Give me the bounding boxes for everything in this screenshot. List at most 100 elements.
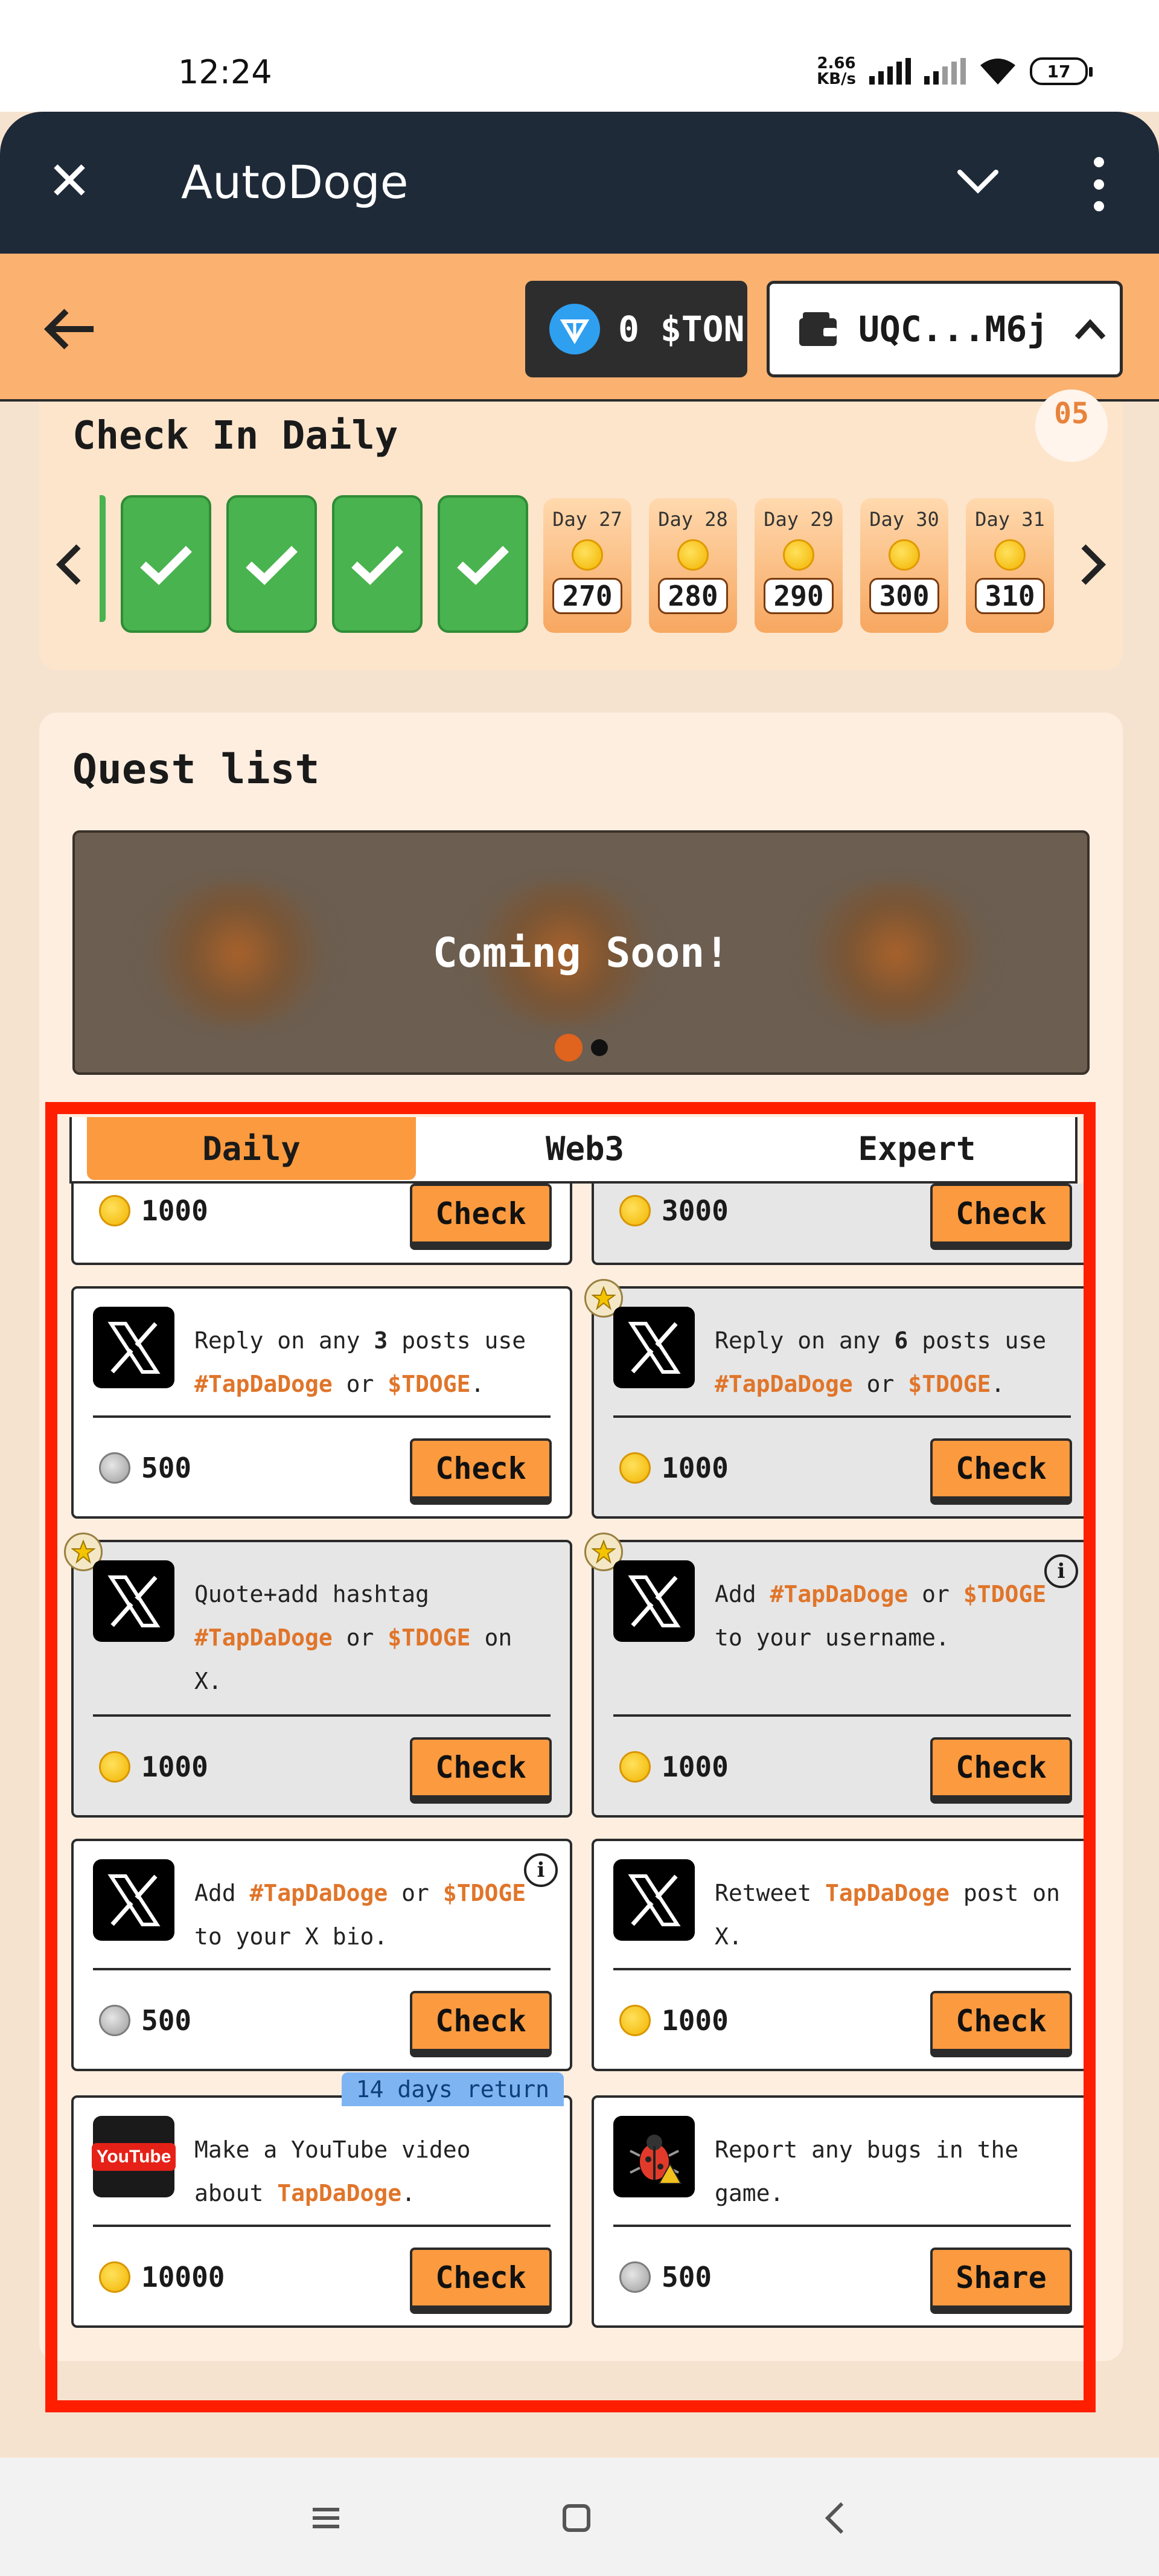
- day-claimed-partial: [100, 495, 106, 622]
- wifi-icon: [980, 59, 1015, 85]
- coin-icon: [889, 539, 920, 571]
- wallet-icon: [799, 312, 837, 346]
- check-button[interactable]: Check: [930, 1737, 1072, 1804]
- signal-icon: [869, 58, 911, 85]
- day-28[interactable]: Day 28 280: [649, 498, 737, 633]
- gold-coin-icon: [619, 2005, 651, 2036]
- back-icon[interactable]: [812, 2494, 860, 2542]
- quest-reward: 3000: [619, 1194, 729, 1227]
- check-button[interactable]: Check: [930, 1438, 1072, 1505]
- check-button[interactable]: Check: [410, 1438, 552, 1505]
- check-button[interactable]: Check: [410, 1991, 552, 2057]
- quest-description: Reply on any 3 posts use #TapDaDoge or $…: [194, 1327, 526, 1397]
- x-logo-icon: [93, 1307, 174, 1388]
- check-button[interactable]: Check: [930, 1991, 1072, 2057]
- day-29[interactable]: Day 29 290: [755, 498, 843, 633]
- check-in-card: Check In Daily 05 Day 27 270 Day 28 280 Da…: [39, 389, 1123, 670]
- quest-card: 14 days return YouTube Make a YouTube vi…: [71, 2072, 572, 2328]
- silver-coin-icon: [99, 2005, 130, 2036]
- gold-coin-icon: [619, 1452, 651, 1484]
- gold-coin-icon: [99, 1751, 130, 1783]
- check-button[interactable]: Check: [410, 2248, 552, 2314]
- app-header: 0 $TON UQC...M6j: [0, 254, 1159, 402]
- quest-description: Add #TapDaDoge or $TDOGE to your X bio.: [194, 1880, 526, 1950]
- quest-reward: 500: [99, 2004, 191, 2037]
- quest-description: Add #TapDaDoge or $TDOGE to your usernam…: [715, 1581, 1047, 1651]
- home-icon[interactable]: [552, 2494, 601, 2542]
- check-icon: [140, 546, 192, 585]
- quest-card: Reply on any 3 posts use #TapDaDoge or $…: [71, 1286, 572, 1519]
- recent-apps-icon[interactable]: [302, 2494, 350, 2542]
- quest-card: i Add #TapDaDoge or $TDOGE to your usern…: [584, 1533, 1093, 1818]
- coin-icon: [572, 539, 603, 571]
- network-speed: 2.66 KB/s: [817, 54, 856, 88]
- coin-icon: [783, 539, 814, 571]
- tab-daily[interactable]: Daily: [87, 1117, 416, 1180]
- gold-coin-icon: [619, 1751, 651, 1783]
- check-icon: [351, 546, 403, 585]
- quest-card: Quote+add hashtag #TapDaDoge or $TDOGE o…: [64, 1533, 572, 1818]
- chevron-left-icon[interactable]: [51, 540, 88, 589]
- banner-text: Coming Soon!: [432, 929, 730, 977]
- quest-reward: 1000: [619, 2004, 729, 2037]
- quest-description: Reply on any 6 posts use #TapDaDoge or $…: [715, 1327, 1047, 1397]
- check-icon: [246, 546, 298, 585]
- carousel-dot-active[interactable]: [554, 1034, 583, 1062]
- signal-icon-2: [924, 58, 966, 85]
- share-button[interactable]: Share: [930, 2248, 1072, 2314]
- quest-list-title: Quest list: [72, 746, 320, 793]
- quest-card: i Add #TapDaDoge or $TDOGE to your X bio…: [71, 1839, 572, 2071]
- quest-reward: 1000: [619, 1452, 729, 1484]
- carousel-dot[interactable]: [590, 1039, 608, 1056]
- gold-coin-icon: [619, 1195, 651, 1226]
- window-titlebar: ✕ AutoDoge: [0, 112, 1159, 254]
- wallet-button[interactable]: UQC...M6j: [767, 281, 1123, 377]
- silver-coin-icon: [99, 1452, 130, 1484]
- day-claimed: [332, 495, 423, 633]
- day-claimed: [121, 495, 211, 633]
- check-button[interactable]: Check: [930, 1184, 1072, 1250]
- quest-description: Quote+add hashtag #TapDaDoge or $TDOGE o…: [194, 1581, 512, 1694]
- x-logo-icon: [93, 1560, 174, 1642]
- quest-reward: 1000: [619, 1751, 729, 1783]
- check-icon: [457, 546, 509, 585]
- day-claimed: [438, 495, 528, 633]
- status-time: 12:24: [178, 53, 272, 91]
- quest-tabs: Daily Web3 Expert: [69, 1117, 1078, 1184]
- check-in-title: Check In Daily: [72, 414, 398, 458]
- check-button[interactable]: Check: [410, 1737, 552, 1804]
- chevron-right-icon[interactable]: [1074, 540, 1111, 589]
- quest-card: Report any bugs in the game. 500 Share: [592, 2095, 1093, 2328]
- gold-coin-icon: [99, 1195, 130, 1226]
- day-30[interactable]: Day 30 300: [860, 498, 948, 633]
- coming-soon-banner[interactable]: Coming Soon!: [72, 830, 1090, 1075]
- ton-icon: [549, 304, 600, 354]
- quest-card-partial: 1000 Check: [71, 1184, 572, 1265]
- app-title: AutoDoge: [181, 155, 409, 209]
- tab-web3[interactable]: Web3: [416, 1117, 754, 1180]
- x-logo-icon: [613, 1859, 695, 1941]
- back-arrow-icon[interactable]: [42, 305, 97, 353]
- youtube-logo-icon: YouTube: [91, 2116, 176, 2197]
- x-logo-icon: [93, 1859, 174, 1941]
- tab-expert[interactable]: Expert: [754, 1117, 1080, 1180]
- coin-icon: [677, 539, 709, 571]
- day-31[interactable]: Day 31 310: [966, 498, 1054, 633]
- ton-balance[interactable]: 0 $TON: [525, 281, 747, 377]
- quest-reward: 500: [99, 1452, 191, 1484]
- day-claimed: [226, 495, 317, 633]
- check-in-bonus: 05: [1035, 389, 1108, 462]
- check-button[interactable]: Check: [410, 1184, 552, 1250]
- quest-card: Retweet TapDaDoge post on X. 1000 Check: [592, 1839, 1093, 2071]
- chevron-down-icon[interactable]: [954, 160, 1002, 202]
- x-logo-icon: [613, 1307, 695, 1388]
- gold-coin-icon: [99, 2261, 130, 2293]
- quest-card-partial: 3000 Check: [592, 1184, 1093, 1265]
- more-menu-icon[interactable]: [1087, 157, 1111, 211]
- x-logo-icon: [613, 1560, 695, 1642]
- day-27[interactable]: Day 27 270: [543, 498, 631, 633]
- close-icon[interactable]: ✕: [45, 155, 94, 208]
- bug-icon: [613, 2116, 695, 2197]
- status-icons: 2.66 KB/s 17: [817, 54, 1093, 88]
- carousel-dots: [75, 1034, 1087, 1062]
